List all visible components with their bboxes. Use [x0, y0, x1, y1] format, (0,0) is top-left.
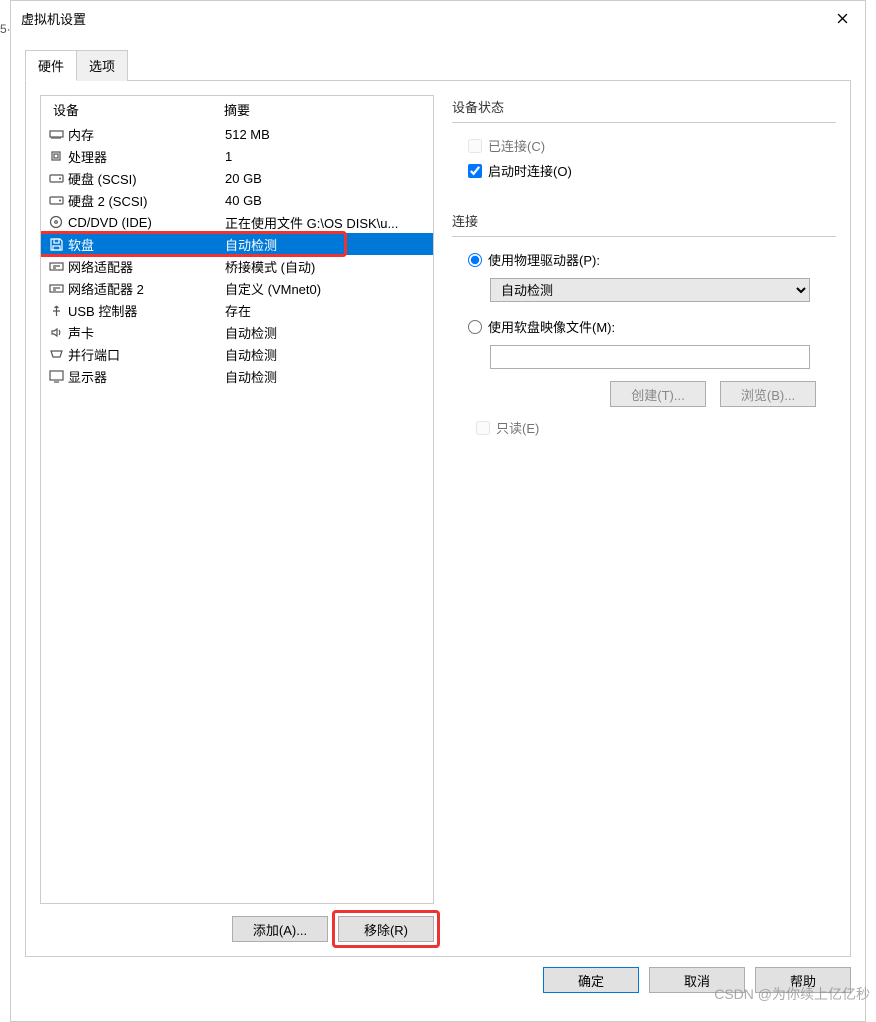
device-name: 显示器 [68, 367, 225, 386]
connected-input [468, 139, 482, 153]
nic-icon [47, 258, 65, 274]
device-summary: 存在 [225, 301, 427, 320]
readonly-input [476, 421, 490, 435]
device-row[interactable]: 处理器1 [41, 145, 433, 167]
connection-title: 连接 [452, 211, 836, 230]
close-button[interactable] [819, 1, 865, 35]
column-summary: 摘要 [224, 100, 425, 119]
close-icon [837, 13, 848, 24]
device-summary: 桥接模式 (自动) [225, 257, 427, 276]
device-row[interactable]: 网络适配器 2自定义 (VMnet0) [41, 277, 433, 299]
help-button[interactable]: 帮助 [755, 967, 851, 993]
tab-hardware[interactable]: 硬件 [25, 50, 77, 81]
use-image-radio[interactable]: 使用软盘映像文件(M): [468, 314, 830, 339]
device-row[interactable]: 软盘自动检测 [41, 233, 433, 255]
create-button[interactable]: 创建(T)... [610, 381, 706, 407]
device-summary: 自动检测 [225, 323, 427, 342]
device-row[interactable]: USB 控制器存在 [41, 299, 433, 321]
device-name: 软盘 [68, 235, 225, 254]
remove-button[interactable]: 移除(R) [338, 916, 434, 942]
right-panel: 设备状态 已连接(C) 启动时连接(O) 连接 使用物理驱动器(P) [452, 95, 836, 942]
device-summary: 1 [225, 149, 427, 164]
device-row[interactable]: 显示器自动检测 [41, 365, 433, 387]
left-panel: 设备 摘要 内存512 MB处理器1硬盘 (SCSI)20 GB硬盘 2 (SC… [40, 95, 434, 942]
parallel-icon [47, 346, 65, 362]
tab-content: 设备 摘要 内存512 MB处理器1硬盘 (SCSI)20 GB硬盘 2 (SC… [25, 81, 851, 957]
nic-icon [47, 280, 65, 296]
device-list: 设备 摘要 内存512 MB处理器1硬盘 (SCSI)20 GB硬盘 2 (SC… [40, 95, 434, 904]
device-name: 网络适配器 [68, 257, 225, 276]
device-summary: 正在使用文件 G:\OS DISK\u... [225, 213, 427, 232]
device-row[interactable]: 声卡自动检测 [41, 321, 433, 343]
device-row[interactable]: 硬盘 2 (SCSI)40 GB [41, 189, 433, 211]
usb-icon [47, 302, 65, 318]
device-status-title: 设备状态 [452, 97, 836, 116]
cpu-icon [47, 148, 65, 164]
device-row[interactable]: 内存512 MB [41, 123, 433, 145]
connect-at-poweron-input[interactable] [468, 164, 482, 178]
window-title: 虚拟机设置 [21, 9, 86, 28]
device-status-group: 已连接(C) 启动时连接(O) [452, 122, 836, 197]
device-summary: 512 MB [225, 127, 427, 142]
use-image-input[interactable] [468, 320, 482, 334]
device-row[interactable]: 网络适配器桥接模式 (自动) [41, 255, 433, 277]
hdd-icon [47, 192, 65, 208]
titlebar: 虚拟机设置 [11, 1, 865, 35]
display-icon [47, 368, 65, 384]
vm-settings-dialog: 虚拟机设置 硬件 选项 设备 摘要 内存512 MB处理器1硬盘 (SCSI)2… [10, 0, 866, 1022]
readonly-checkbox[interactable]: 只读(E) [476, 415, 830, 440]
device-summary: 自动检测 [225, 367, 427, 386]
connection-group: 使用物理驱动器(P): 自动检测 使用软盘映像文件(M): 创建(T)... 浏… [452, 236, 836, 444]
device-name: USB 控制器 [68, 301, 225, 320]
use-physical-input[interactable] [468, 253, 482, 267]
tab-options[interactable]: 选项 [76, 50, 128, 81]
device-summary: 40 GB [225, 193, 427, 208]
device-row[interactable]: 硬盘 (SCSI)20 GB [41, 167, 433, 189]
browse-button[interactable]: 浏览(B)... [720, 381, 816, 407]
device-row[interactable]: CD/DVD (IDE)正在使用文件 G:\OS DISK\u... [41, 211, 433, 233]
left-edge-text: 5· [0, 22, 11, 36]
device-name: 硬盘 2 (SCSI) [68, 191, 225, 210]
device-name: 声卡 [68, 323, 225, 342]
dialog-footer: 确定 取消 帮助 [25, 957, 851, 1007]
device-name: 内存 [68, 125, 225, 144]
sound-icon [47, 324, 65, 340]
list-header: 设备 摘要 [41, 96, 433, 123]
device-name: 网络适配器 2 [68, 279, 225, 298]
use-physical-radio[interactable]: 使用物理驱动器(P): [468, 247, 830, 272]
memory-icon [47, 126, 65, 142]
device-summary: 自动检测 [225, 345, 427, 364]
device-name: CD/DVD (IDE) [68, 215, 225, 230]
device-summary: 20 GB [225, 171, 427, 186]
device-summary: 自动检测 [225, 235, 427, 254]
device-name: 并行端口 [68, 345, 225, 364]
connected-checkbox[interactable]: 已连接(C) [468, 133, 830, 158]
connect-at-poweron-checkbox[interactable]: 启动时连接(O) [468, 158, 830, 183]
cancel-button[interactable]: 取消 [649, 967, 745, 993]
tabs: 硬件 选项 [25, 49, 851, 81]
device-list-body: 内存512 MB处理器1硬盘 (SCSI)20 GB硬盘 2 (SCSI)40 … [41, 123, 433, 903]
physical-drive-select[interactable]: 自动检测 [490, 278, 810, 302]
device-row[interactable]: 并行端口自动检测 [41, 343, 433, 365]
column-device: 设备 [49, 100, 224, 119]
dialog-body: 硬件 选项 设备 摘要 内存512 MB处理器1硬盘 (SCSI)20 GB硬盘… [11, 35, 865, 1021]
image-path-input[interactable] [490, 345, 810, 369]
device-summary: 自定义 (VMnet0) [225, 279, 427, 298]
cd-icon [47, 214, 65, 230]
device-name: 处理器 [68, 147, 225, 166]
floppy-icon [47, 236, 65, 252]
add-button[interactable]: 添加(A)... [232, 916, 328, 942]
hdd-icon [47, 170, 65, 186]
device-name: 硬盘 (SCSI) [68, 169, 225, 188]
ok-button[interactable]: 确定 [543, 967, 639, 993]
